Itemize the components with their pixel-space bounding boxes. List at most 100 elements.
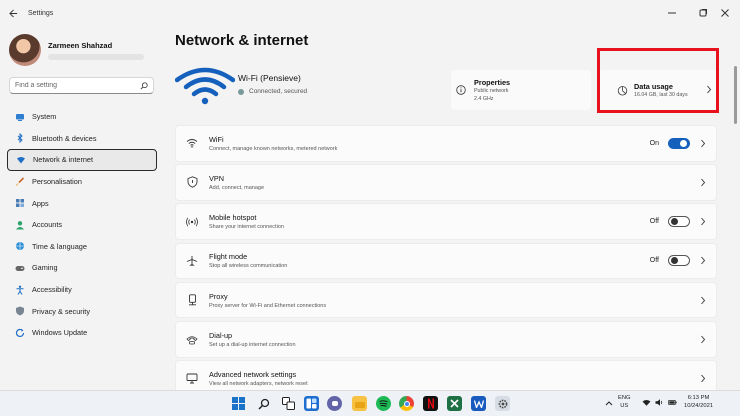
row-subtitle: Set up a dial-up internet connection: [209, 341, 296, 348]
taskbar-search-button[interactable]: [256, 396, 271, 411]
wifi-toggle[interactable]: [668, 137, 690, 149]
sidebar-item-accessibility[interactable]: Accessibility: [7, 279, 157, 301]
profile-name: Zarmeen Shahzad: [48, 40, 113, 50]
sidebar-item-label: Accessibility: [32, 285, 72, 295]
hotspot-icon: [185, 215, 199, 229]
info-icon: [456, 85, 466, 95]
widgets-icon: [306, 398, 317, 409]
data-usage-card[interactable]: Data usage 16.04 GB, last 30 days: [599, 70, 717, 110]
vpn-row[interactable]: VPN Add, connect, manage: [175, 164, 717, 201]
flight-mode-toggle[interactable]: [668, 255, 690, 267]
data-usage-amount: 16.04 GB, last 30 days: [634, 91, 688, 98]
profile-email-redacted: [48, 53, 144, 60]
taskbar: ENG US 6:13 PM 10/24/2021: [0, 390, 740, 416]
chrome-button[interactable]: [399, 396, 414, 411]
close-button[interactable]: [710, 0, 740, 26]
sidebar-item-label: Accounts: [32, 220, 63, 230]
widgets-button[interactable]: [304, 396, 319, 411]
back-button[interactable]: [0, 0, 26, 26]
flight-mode-row[interactable]: Flight mode Stop all wireless communicat…: [175, 242, 717, 280]
bluetooth-icon: [15, 133, 25, 144]
spotify-icon: [379, 400, 388, 407]
task-view-button[interactable]: [281, 396, 296, 411]
word-button[interactable]: [471, 396, 486, 411]
show-hidden-icons-button[interactable]: [605, 395, 613, 410]
row-subtitle: Add, connect, manage: [209, 184, 265, 191]
battery-tray-button[interactable]: [668, 399, 677, 410]
data-usage-title: Data usage: [634, 81, 673, 91]
input-language-indicator[interactable]: ENG US: [618, 395, 631, 410]
file-explorer-button[interactable]: [352, 396, 367, 411]
network-icon: [16, 155, 26, 165]
folder-icon: [354, 402, 365, 408]
monitor-icon: [185, 371, 199, 385]
shield-icon: [15, 306, 25, 316]
title-bar: Settings: [0, 0, 740, 26]
settings-taskbar-button[interactable]: [495, 396, 510, 411]
language-label: ENG: [618, 395, 631, 401]
accessibility-icon: [15, 285, 25, 295]
start-button[interactable]: [231, 396, 246, 411]
brush-icon: [15, 177, 25, 187]
app-title: Settings: [28, 9, 54, 17]
netflix-button[interactable]: [423, 396, 438, 411]
chevron-up-icon: [605, 401, 613, 406]
maximize-icon: [699, 9, 707, 17]
globe-icon: [15, 241, 25, 251]
search-input[interactable]: [15, 82, 130, 89]
accounts-icon: [15, 220, 25, 230]
sidebar-item-label: Bluetooth & devices: [32, 133, 97, 143]
sidebar-item-personalisation[interactable]: Personalisation: [7, 171, 157, 193]
spotify-button[interactable]: [376, 396, 391, 411]
vpn-shield-icon: [185, 175, 199, 189]
sidebar-item-windows-update[interactable]: Windows Update: [7, 322, 157, 344]
row-title: WiFi: [209, 134, 224, 144]
sidebar-item-label: Network & internet: [33, 155, 94, 165]
back-arrow-icon: [8, 9, 17, 17]
dial-up-row[interactable]: Dial-up Set up a dial-up internet connec…: [175, 320, 717, 358]
wifi-toggle-label: On: [649, 139, 659, 147]
page-title: Network & internet: [175, 32, 309, 49]
network-tray-button[interactable]: [642, 399, 651, 410]
chevron-right-icon: [701, 257, 706, 265]
sidebar-item-label: Privacy & security: [32, 306, 90, 316]
sidebar: Zarmeen Shahzad System Bluetooth & devic…: [0, 26, 165, 390]
sidebar-item-accounts[interactable]: Accounts: [7, 214, 157, 236]
user-profile[interactable]: Zarmeen Shahzad: [9, 34, 144, 66]
proxy-row[interactable]: Proxy Proxy server for Wi-Fi and Etherne…: [175, 281, 717, 319]
wifi-row[interactable]: WiFi Connect, manage known networks, met…: [175, 125, 717, 162]
clock[interactable]: 6:13 PM 10/24/2021: [684, 395, 713, 410]
sidebar-item-bluetooth[interactable]: Bluetooth & devices: [7, 128, 157, 150]
search-box[interactable]: [9, 77, 154, 94]
main-content: Network & internet Wi-Fi (Pensieve) Conn…: [175, 26, 717, 397]
row-title: VPN: [209, 173, 225, 183]
update-icon: [15, 328, 25, 338]
clock-date: 10/24/2021: [684, 402, 714, 409]
sidebar-item-system[interactable]: System: [7, 106, 157, 128]
sidebar-item-apps[interactable]: Apps: [7, 192, 157, 214]
sidebar-item-label: Personalisation: [32, 177, 82, 187]
chat-app-button[interactable]: [327, 396, 342, 411]
sidebar-item-privacy-security[interactable]: Privacy & security: [7, 300, 157, 322]
chevron-right-icon: [707, 85, 712, 94]
mobile-hotspot-row[interactable]: Mobile hotspot Share your internet conne…: [175, 203, 717, 240]
hotspot-toggle[interactable]: [668, 216, 690, 228]
row-title: Proxy: [209, 291, 228, 301]
chrome-icon: [403, 400, 410, 407]
battery-icon: [668, 400, 677, 405]
properties-card[interactable]: Properties Public network 2.4 GHz: [451, 70, 591, 110]
settings-list: WiFi Connect, manage known networks, met…: [175, 125, 717, 399]
properties-band: 2.4 GHz: [474, 95, 494, 102]
excel-button[interactable]: [447, 396, 462, 411]
sidebar-item-label: Gaming: [32, 263, 58, 273]
sidebar-item-network[interactable]: Network & internet: [7, 149, 157, 171]
volume-tray-button[interactable]: [655, 399, 664, 410]
sidebar-item-gaming[interactable]: Gaming: [7, 257, 157, 279]
search-icon: [257, 398, 269, 410]
vertical-scrollbar[interactable]: [734, 66, 737, 124]
windows-logo-icon: [232, 397, 245, 410]
region-label: US: [620, 402, 629, 409]
sidebar-item-time-language[interactable]: Time & language: [7, 236, 157, 258]
minimize-button[interactable]: [657, 0, 687, 26]
chevron-right-icon: [701, 178, 706, 187]
